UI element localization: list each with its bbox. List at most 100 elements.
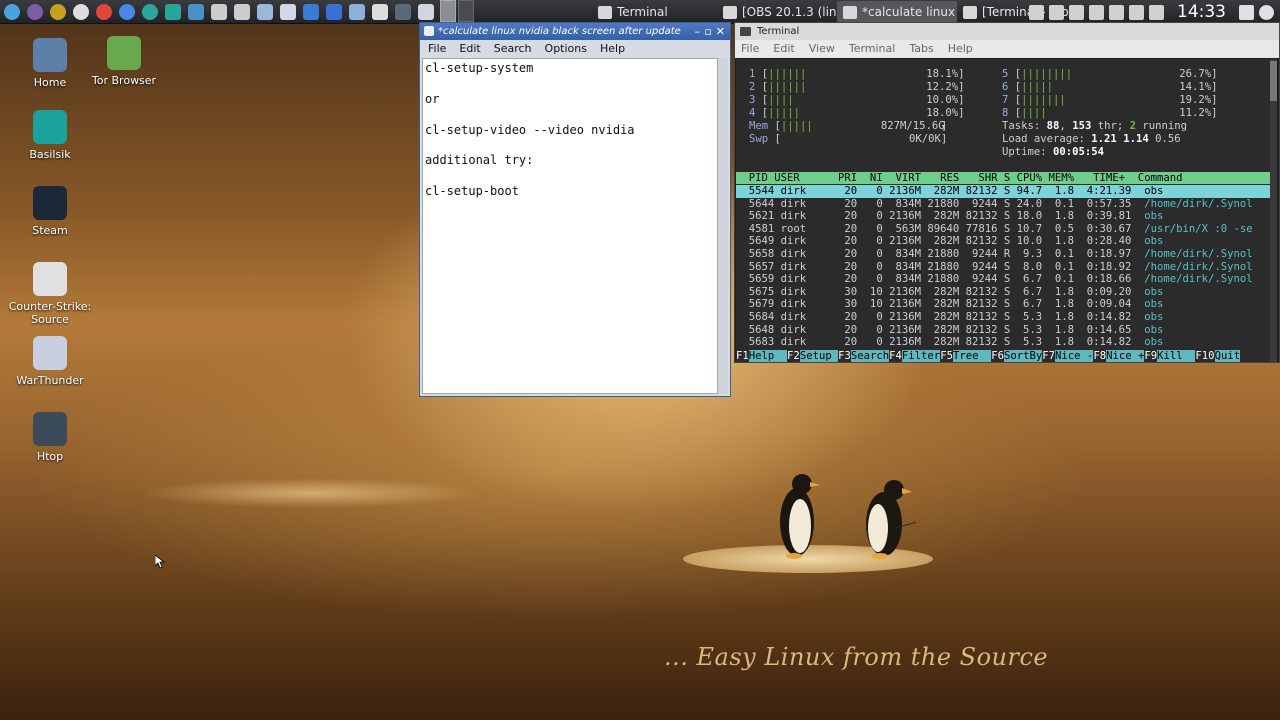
desktop-icon-tor-browser[interactable]: Tor Browser (74, 36, 174, 87)
fkey-f5-label[interactable]: Tree (952, 350, 992, 362)
terminal-menu-terminal[interactable]: Terminal (849, 40, 896, 58)
terminal-scrollbar[interactable] (1270, 59, 1277, 362)
process-row[interactable]: 5644 dirk 20 0 834M 21880 9244 S 24.0 0.… (736, 198, 1270, 211)
fkey-f10[interactable]: F10 (1195, 350, 1215, 362)
show-desktop-icon[interactable] (1239, 4, 1254, 20)
htop-icon[interactable] (391, 0, 414, 24)
settings-icon[interactable] (46, 0, 69, 24)
fkey-f8-label[interactable]: Nice + (1106, 350, 1145, 362)
chrome-icon[interactable] (92, 0, 115, 24)
editor-menu-edit[interactable]: Edit (459, 40, 480, 58)
files-icon[interactable] (345, 0, 368, 24)
desktop-icon-warthunder[interactable]: WarThunder (0, 336, 100, 387)
terminal-menu-edit[interactable]: Edit (773, 40, 794, 58)
bluetooth-icon[interactable] (1109, 4, 1124, 20)
process-row[interactable]: 5657 dirk 20 0 834M 21880 9244 S 8.0 0.1… (736, 261, 1270, 274)
usb-icon[interactable] (1069, 4, 1084, 20)
fkey-f8[interactable]: F8 (1093, 350, 1107, 362)
volume-icon[interactable] (1089, 4, 1104, 20)
desktop-icon-basilisk[interactable]: Basilsik (0, 110, 100, 161)
process-row[interactable]: 4581 root 20 0 563M 89640 77816 S 10.7 0… (736, 223, 1270, 236)
basilisk-icon[interactable] (138, 0, 161, 24)
process-row[interactable]: 5683 dirk 20 0 2136M 282M 82132 S 5.3 1.… (736, 336, 1270, 349)
editor-menu-search[interactable]: Search (494, 40, 532, 58)
process-row[interactable]: 5675 dirk 30 10 2136M 282M 82132 S 6.7 1… (736, 286, 1270, 299)
htop-screen[interactable]: 1 [|||||| 18.1%] 2 [|||||| 12.2%] 3 [|||| 10.… (736, 59, 1270, 362)
cpu-meter-2-bar: |||||| (768, 81, 807, 93)
process-row[interactable]: 5648 dirk 20 0 2136M 282M 82132 S 5.3 1.… (736, 324, 1270, 337)
update-icon[interactable] (1149, 4, 1164, 20)
editor-menu-file[interactable]: File (428, 40, 446, 58)
terminal-menu-tabs[interactable]: Tabs (909, 40, 933, 58)
viber-icon[interactable] (23, 0, 46, 24)
fkey-f2-label[interactable]: Setup (799, 350, 839, 362)
taskbar-item[interactable]: Terminal (592, 1, 717, 23)
desktop-icon-steam[interactable]: Steam (0, 186, 100, 237)
browser-icon[interactable] (161, 0, 184, 24)
process-row[interactable]: 5658 dirk 20 0 834M 21880 9244 R 9.3 0.1… (736, 248, 1270, 261)
process-table-header[interactable]: PID USER PRI NI VIRT RES SHR S CPU% MEM%… (736, 172, 1270, 184)
text-editor-window[interactable]: *calculate linux nvidia black screen aft… (419, 22, 731, 397)
warthunder-icon[interactable] (276, 0, 299, 24)
process-row[interactable]: 5679 dirk 30 10 2136M 282M 82132 S 6.7 1… (736, 298, 1270, 311)
fkey-f7[interactable]: F7 (1042, 350, 1056, 362)
minimize-icon[interactable]: – (695, 23, 701, 40)
taskbar-item[interactable]: [OBS 20.1.3 (linux... (717, 1, 837, 23)
fkey-f2[interactable]: F2 (787, 350, 800, 362)
fkey-f1-label[interactable]: Help (748, 350, 788, 362)
word-icon[interactable] (322, 0, 345, 24)
search-icon[interactable] (230, 0, 253, 24)
process-row[interactable]: 5621 dirk 20 0 2136M 282M 82132 S 18.0 1… (736, 210, 1270, 223)
editor-menu-help[interactable]: Help (600, 40, 625, 58)
editor-scrollbar[interactable] (718, 58, 728, 394)
fkey-f6[interactable]: F6 (991, 350, 1004, 362)
power-icon[interactable] (1129, 4, 1144, 20)
chromium-icon[interactable] (115, 0, 138, 24)
workspace-2[interactable] (458, 0, 474, 22)
network-icon[interactable] (1049, 4, 1064, 20)
fkey-f9-label[interactable]: Kill (1157, 350, 1196, 362)
terminal-titlebar[interactable]: Terminal (735, 23, 1279, 40)
terminal-menu-help[interactable]: Help (948, 40, 973, 58)
fkey-f5[interactable]: F5 (940, 350, 953, 362)
workspace-switcher[interactable] (440, 0, 474, 22)
taskbar-item[interactable]: *calculate linux n... (837, 1, 957, 23)
clock[interactable]: 14:33 (1169, 2, 1234, 22)
workspace-1[interactable] (440, 0, 456, 22)
editor-icon[interactable] (368, 0, 391, 24)
screenshot-icon[interactable] (414, 0, 437, 24)
steam-icon[interactable] (253, 0, 276, 24)
clipboard-icon[interactable] (1029, 4, 1044, 20)
fkey-f9[interactable]: F9 (1144, 350, 1158, 362)
fkey-f7-label[interactable]: Nice - (1055, 350, 1094, 362)
obs-icon[interactable] (69, 0, 92, 24)
shutdown-icon[interactable] (1259, 4, 1274, 20)
process-row[interactable]: 5544 dirk 20 0 2136M 282M 82132 S 94.7 1… (736, 185, 1270, 198)
fkey-f1[interactable]: F1 (736, 350, 749, 362)
editor-titlebar[interactable]: *calculate linux nvidia black screen aft… (420, 23, 730, 40)
fkey-f3-label[interactable]: Search (850, 350, 890, 362)
apps-menu-icon[interactable] (0, 0, 23, 24)
process-row[interactable]: 5649 dirk 20 0 2136M 282M 82132 S 10.0 1… (736, 235, 1270, 248)
fkey-f4[interactable]: F4 (889, 350, 902, 362)
editor-app-icon[interactable] (424, 26, 434, 36)
fkey-f3[interactable]: F3 (838, 350, 851, 362)
desktop-icon-counter-strike[interactable]: Counter-Strike: Source (0, 262, 100, 326)
sync-icon[interactable] (184, 0, 207, 24)
editor-menu-options[interactable]: Options (545, 40, 587, 58)
fkey-f10-label[interactable]: Quit (1214, 350, 1241, 362)
fkey-f4-label[interactable]: Filter (901, 350, 941, 362)
fkey-f6-label[interactable]: SortBy (1004, 350, 1043, 362)
maximize-icon[interactable]: ▫ (705, 23, 712, 40)
terminal-menu-view[interactable]: View (809, 40, 835, 58)
swap-meter-id: Swp (749, 133, 769, 145)
terminal-menu-file[interactable]: File (741, 40, 759, 58)
process-row[interactable]: 5684 dirk 20 0 2136M 282M 82132 S 5.3 1.… (736, 311, 1270, 324)
terminal-window[interactable]: Terminal File Edit View Terminal Tabs Help 1 … (734, 22, 1280, 363)
editor-text-area[interactable]: cl-setup-system or cl-setup-video --vide… (422, 58, 718, 394)
close-icon[interactable]: ✕ (716, 23, 725, 40)
terminal-icon[interactable] (207, 0, 230, 24)
process-row[interactable]: 5659 dirk 20 0 834M 21880 9244 S 6.7 0.1… (736, 273, 1270, 286)
desktop-icon-htop[interactable]: Htop (0, 412, 100, 463)
writer-icon[interactable] (299, 0, 322, 24)
